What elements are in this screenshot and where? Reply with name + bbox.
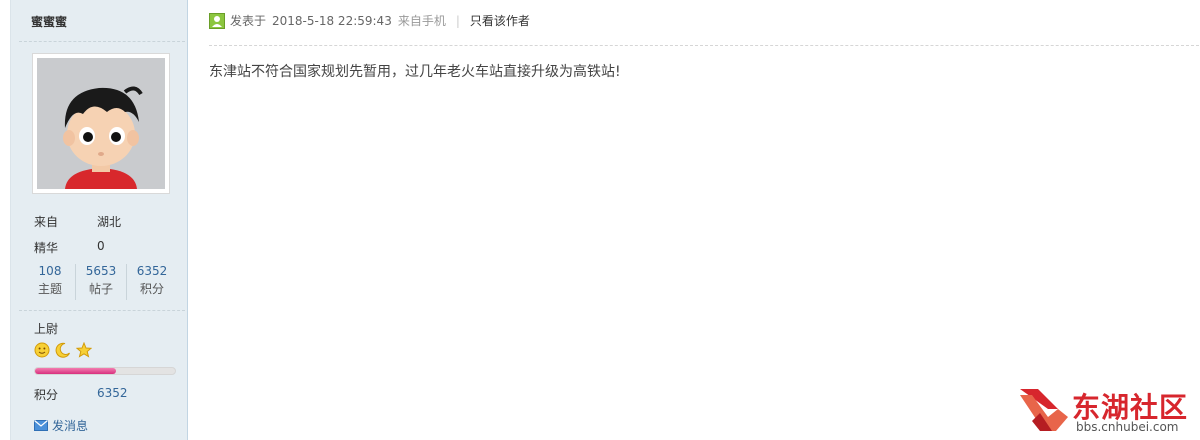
stat-posts-label: 帖子 [88,282,113,296]
credit-progress-bar [34,367,176,375]
only-author-link[interactable]: 只看该作者 [470,12,530,29]
points-label: 积分 [34,388,59,402]
star-icon [75,342,92,358]
essence-label: 精华 [34,241,59,255]
send-message-label[interactable]: 发消息 [52,417,88,434]
sun-icon [34,342,50,358]
moon-icon [55,342,70,358]
essence-row: 精华 0 [34,239,105,256]
stat-points-count[interactable]: 6352 [127,262,177,280]
brand-logo-icon [1020,389,1068,431]
site-watermark: 东湖社区 bbs.cnhubei.com [1018,385,1198,437]
points-row: 积分 6352 [34,386,128,403]
post-datetime: 2018-5-18 22:59:43 [272,13,392,28]
post-main: 发表于 2018-5-18 22:59:43 来自手机 | 只看该作者 东津站不… [188,0,1200,440]
rank-icons [34,342,93,362]
essence-value: 0 [97,239,105,253]
post-source: 来自手机 [397,14,446,28]
stat-threads-label: 主题 [37,282,62,296]
author-stats: 108 主题 5653 帖子 6352 积分 [25,262,175,302]
brand-url: bbs.cnhubei.com [1076,420,1179,434]
stat-threads-count[interactable]: 108 [25,262,75,280]
points-value[interactable]: 6352 [97,386,128,400]
stat-points-label: 积分 [139,282,164,296]
from-label: 来自 [34,215,59,229]
meta-separator: | [455,13,460,28]
stat-threads[interactable]: 108 主题 [25,262,75,298]
credit-progress-fill [35,368,117,374]
post-content: 东津站不符合国家规划先暂用，过几年老火车站直接升级为高铁站! [209,64,621,80]
from-value: 湖北 [97,215,122,229]
author-sidebar: 蜜蜜蜜 来自 湖北 精华 0 108 主题 5653 帖子 6352 积分 上尉… [10,0,188,440]
published-prefix: 发表于 [230,14,267,28]
stat-posts-count[interactable]: 5653 [76,262,126,280]
divider [19,41,185,42]
divider [19,310,185,311]
avatar[interactable] [32,53,170,194]
stat-posts[interactable]: 5653 帖子 [76,262,126,298]
send-message-link[interactable]: 发消息 [34,417,88,434]
author-username[interactable]: 蜜蜜蜜 [31,13,67,30]
divider [209,45,1199,46]
post-meta: 发表于 2018-5-18 22:59:43 来自手机 | 只看该作者 [209,12,530,29]
stat-points[interactable]: 6352 积分 [127,262,177,298]
user-rank[interactable]: 上尉 [34,320,58,337]
envelope-icon [34,420,48,431]
avatar-image [37,58,165,189]
online-status-icon [209,12,225,29]
from-row: 来自 湖北 [34,213,121,230]
